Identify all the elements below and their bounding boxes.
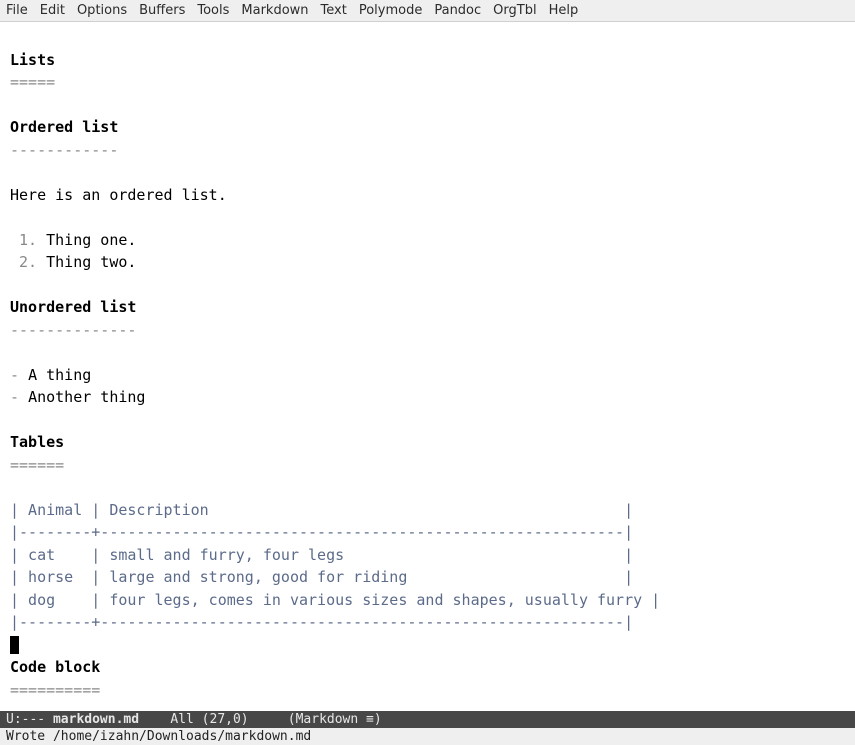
modeline: U:--- markdown.md All (27,0) (Markdown ≡… — [0, 711, 855, 728]
list-marker: 1. — [10, 231, 46, 249]
modeline-filename: markdown.md — [53, 712, 139, 727]
menu-pandoc[interactable]: Pandoc — [434, 3, 481, 18]
menu-polymode[interactable]: Polymode — [359, 3, 423, 18]
editor-buffer[interactable]: Lists ===== Ordered list ------------ He… — [0, 22, 855, 711]
table-separator: |--------+------------------------------… — [10, 523, 633, 541]
modeline-position-mode: All (27,0) (Markdown ≡) — [139, 712, 382, 727]
menubar: File Edit Options Buffers Tools Markdown… — [0, 0, 855, 22]
list-item: A thing — [28, 366, 91, 384]
echo-area: Wrote /home/izahn/Downloads/markdown.md — [0, 728, 855, 745]
heading-unordered-list: Unordered list — [10, 298, 136, 316]
menu-options[interactable]: Options — [77, 3, 127, 18]
menu-edit[interactable]: Edit — [40, 3, 65, 18]
table-row: | cat | small and furry, four legs | — [10, 546, 633, 564]
heading-underline: ===== — [10, 73, 55, 91]
menu-help[interactable]: Help — [549, 3, 579, 18]
paragraph-text: Here is an ordered list. — [10, 186, 227, 204]
modeline-status: U:--- — [6, 712, 53, 727]
menu-text[interactable]: Text — [321, 3, 347, 18]
heading-code-block: Code block — [10, 658, 100, 676]
list-marker: - — [10, 388, 28, 406]
menu-markdown[interactable]: Markdown — [241, 3, 308, 18]
table-header-row: | Animal | Description | — [10, 501, 633, 519]
list-item: Another thing — [28, 388, 145, 406]
menu-buffers[interactable]: Buffers — [139, 3, 185, 18]
menu-orgtbl[interactable]: OrgTbl — [493, 3, 536, 18]
menu-file[interactable]: File — [6, 3, 28, 18]
table-separator: |--------+------------------------------… — [10, 613, 633, 631]
list-item: Thing two. — [46, 253, 136, 271]
heading-underline: ------------ — [10, 141, 118, 159]
heading-underline: ====== — [10, 456, 64, 474]
heading-underline: -------------- — [10, 321, 136, 339]
table-row: | dog | four legs, comes in various size… — [10, 591, 660, 609]
heading-underline: ========== — [10, 681, 100, 699]
text-cursor — [10, 636, 19, 653]
list-marker: 2. — [10, 253, 46, 271]
heading-ordered-list: Ordered list — [10, 118, 118, 136]
heading-tables: Tables — [10, 433, 64, 451]
heading-lists: Lists — [10, 51, 55, 69]
menu-tools[interactable]: Tools — [197, 3, 229, 18]
list-item: Thing one. — [46, 231, 136, 249]
table-row: | horse | large and strong, good for rid… — [10, 568, 633, 586]
list-marker: - — [10, 366, 28, 384]
